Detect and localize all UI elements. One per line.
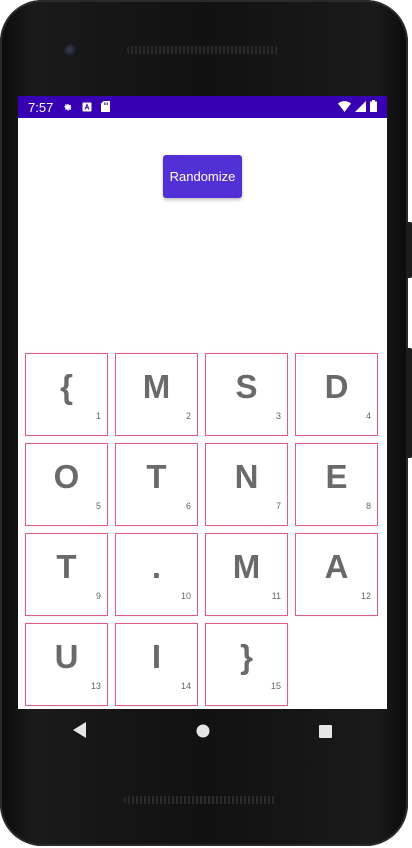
puzzle-tile[interactable]: A 12 [295, 533, 378, 616]
tile-number: 4 [365, 411, 371, 421]
puzzle-tile[interactable]: E8 [295, 443, 378, 526]
tile-number: 11 [271, 591, 281, 601]
top-speaker [127, 46, 279, 54]
back-icon[interactable] [72, 722, 87, 742]
volume-button [406, 222, 412, 278]
puzzle-tile[interactable]: {1 [25, 353, 108, 436]
tile-number: 6 [185, 501, 191, 511]
tile-number: 13 [90, 681, 101, 691]
tile-number: 12 [360, 591, 371, 601]
puzzle-tile[interactable]: U 13 [25, 623, 108, 706]
puzzle-tile[interactable]: N7 [205, 443, 288, 526]
status-bar: 7:57 [18, 96, 387, 118]
tile-character: I [151, 638, 162, 675]
tile-character: { [60, 368, 73, 405]
front-camera [64, 44, 78, 58]
gear-icon [62, 100, 73, 115]
tile-number: 8 [365, 501, 371, 511]
tile-character: T [56, 548, 77, 585]
bottom-speaker [124, 796, 276, 804]
tile-number: 5 [95, 501, 101, 511]
tile-character: O [53, 458, 80, 495]
screen: 7:57 Randomize {1 M 2 S 3 D 4 O 5 T 6 N 7 E 8 T [18, 96, 387, 709]
text-a-icon [82, 100, 92, 115]
navigation-bar [18, 709, 387, 755]
tile-character: . [151, 548, 162, 585]
tile-character: A [324, 548, 349, 585]
status-time: 7:57 [28, 99, 54, 115]
tile-number: 14 [180, 681, 191, 691]
puzzle-tile[interactable]: . 10 [115, 533, 198, 616]
tile-character: E [325, 458, 348, 495]
puzzle-tile[interactable]: M 11 [205, 533, 288, 616]
signal-icon [355, 100, 366, 115]
tile-number: 1 [95, 411, 101, 421]
tile-number: 9 [95, 591, 101, 601]
tile-number: 7 [275, 501, 281, 511]
tile-character: M [232, 548, 261, 585]
recents-icon[interactable] [319, 723, 333, 742]
tile-character: U [54, 638, 79, 675]
tile-character: N [234, 458, 259, 495]
tile-number: 15 [270, 681, 281, 691]
tile-number: 10 [180, 591, 191, 601]
puzzle-tile[interactable]: D4 [295, 353, 378, 436]
puzzle-tile[interactable]: S3 [205, 353, 288, 436]
puzzle-tile[interactable]: O5 [25, 443, 108, 526]
app-content: Randomize {1 M 2 S 3 D 4 O 5 T 6 N 7 E 8 T 9. 10 M 11 A 12 U 13… [18, 118, 387, 709]
power-button [406, 348, 412, 458]
puzzle-tile[interactable]: I 14 [115, 623, 198, 706]
tile-character: M [142, 368, 171, 405]
tile-number: 2 [185, 411, 191, 421]
home-icon[interactable] [196, 723, 210, 742]
battery-icon [370, 99, 377, 115]
wifi-icon [338, 100, 351, 115]
tile-character: D [324, 368, 349, 405]
puzzle-tile[interactable]: } 15 [205, 623, 288, 706]
randomize-button[interactable]: Randomize [163, 155, 242, 198]
puzzle-tile[interactable]: M2 [115, 353, 198, 436]
tile-character: S [235, 368, 258, 405]
tile-grid: {1 M 2 S 3 D 4 O 5 T 6 N 7 E 8 T 9. 10 M 11 A 12 U 13 I 14} 15 [25, 353, 381, 709]
tile-number: 3 [275, 411, 281, 421]
tile-character: } [240, 638, 253, 675]
sd-card-icon [101, 100, 111, 115]
puzzle-tile[interactable]: T6 [115, 443, 198, 526]
puzzle-tile[interactable]: T9 [25, 533, 108, 616]
tile-character: T [146, 458, 167, 495]
